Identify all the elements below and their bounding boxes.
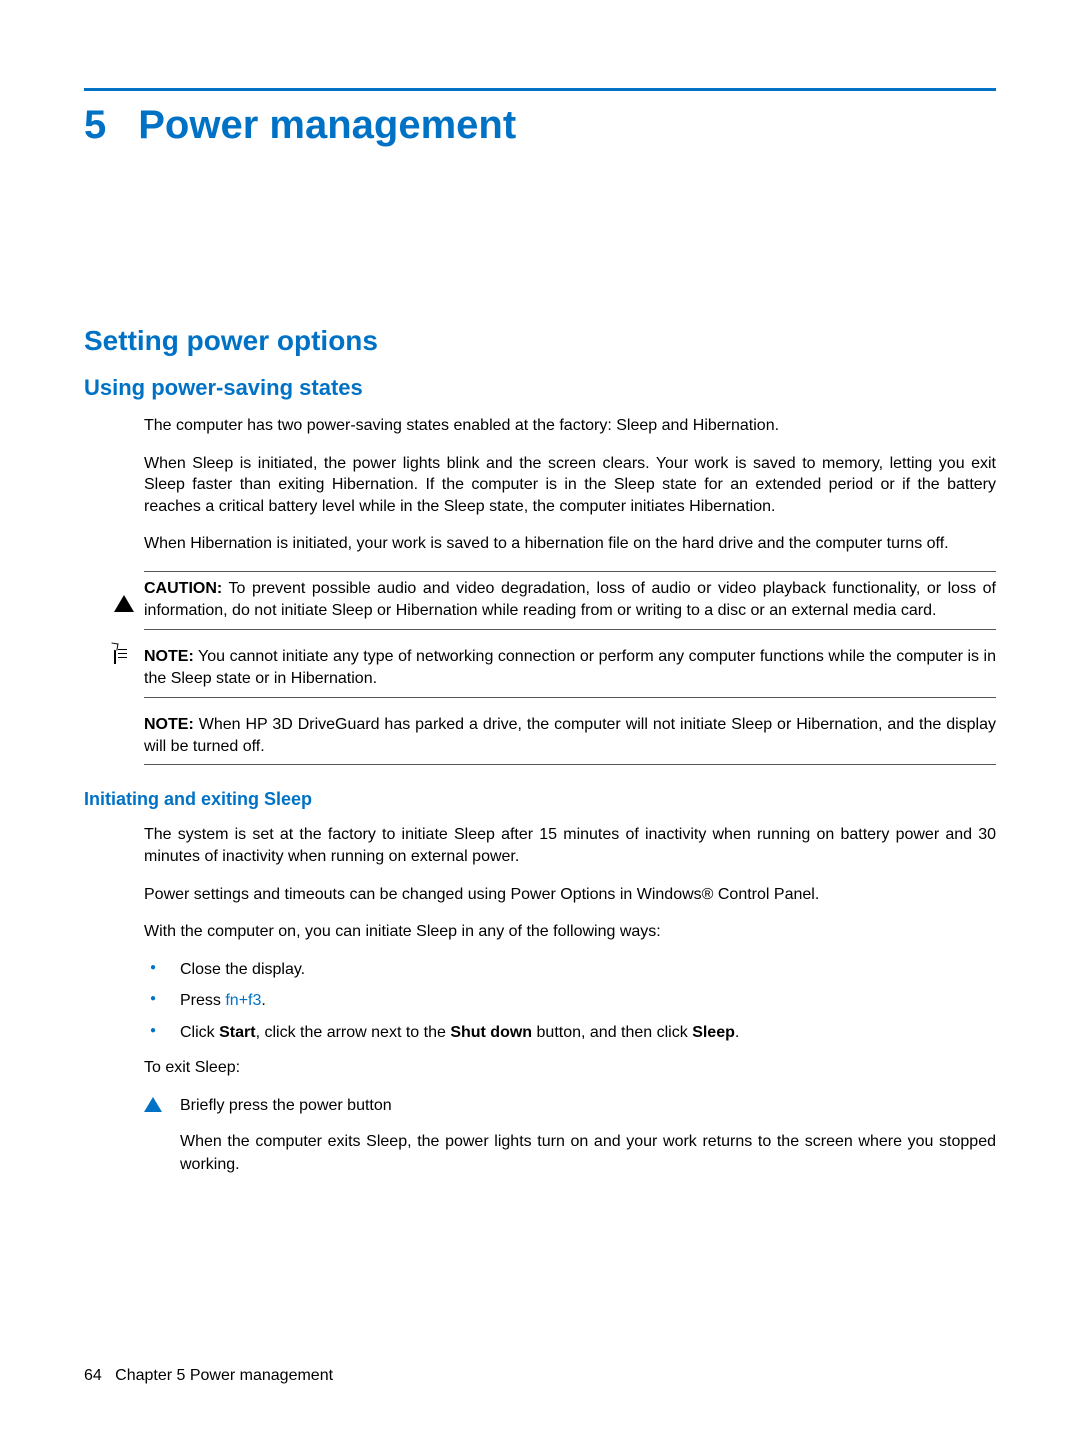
section-heading: Setting power options (84, 325, 996, 357)
body-paragraph: When Sleep is initiated, the power light… (144, 453, 996, 518)
bullet-list: Close the display. Press fn+f3. Click St… (144, 959, 996, 1044)
body-paragraph: With the computer on, you can initiate S… (144, 921, 996, 943)
body-paragraph: The system is set at the factory to init… (144, 824, 996, 867)
page-number: 64 (84, 1367, 102, 1384)
page-footer: 64 Chapter 5 Power management (84, 1367, 333, 1385)
caution-label: CAUTION: (144, 580, 222, 597)
note-text: When HP 3D DriveGuard has parked a drive… (144, 716, 996, 755)
list-item: Press fn+f3. (144, 990, 996, 1012)
body-paragraph: The computer has two power-saving states… (144, 415, 996, 437)
caution-text: To prevent possible audio and video degr… (144, 580, 996, 619)
note-label: NOTE: (144, 716, 194, 733)
note-callout: NOTE: You cannot initiate any type of ne… (144, 640, 996, 698)
step-marker-icon (144, 1097, 162, 1112)
caution-icon (114, 576, 136, 598)
list-item-text: . (261, 992, 265, 1009)
list-item-text: , click the arrow next to the (256, 1024, 451, 1041)
caution-callout: CAUTION: To prevent possible audio and v… (144, 571, 996, 630)
body-paragraph: When Hibernation is initiated, your work… (144, 533, 996, 555)
step-text: Briefly press the power button (180, 1097, 392, 1114)
ui-label-sleep: Sleep (692, 1024, 735, 1041)
list-item-text: Close the display. (180, 961, 305, 978)
ui-label-shutdown: Shut down (450, 1024, 532, 1041)
step-sub-paragraph: When the computer exits Sleep, the power… (180, 1131, 996, 1176)
list-item-text: Click (180, 1024, 219, 1041)
list-item: Close the display. (144, 959, 996, 981)
list-item: Click Start, click the arrow next to the… (144, 1022, 996, 1044)
step-item: Briefly press the power button (144, 1095, 996, 1117)
note-label: NOTE: (144, 648, 194, 665)
chapter-number: 5 (84, 105, 106, 145)
note-callout: NOTE: When HP 3D DriveGuard has parked a… (144, 708, 996, 766)
list-item-text: . (735, 1024, 739, 1041)
body-paragraph: To exit Sleep: (144, 1057, 996, 1079)
note-icon (114, 644, 136, 666)
chapter-heading: 5 Power management (84, 105, 996, 145)
body-paragraph: Power settings and timeouts can be chang… (144, 884, 996, 906)
list-item-text: button, and then click (532, 1024, 692, 1041)
list-item-text: Press (180, 992, 225, 1009)
ui-label-start: Start (219, 1024, 255, 1041)
footer-chapter-ref: Chapter 5 Power management (115, 1367, 333, 1384)
keyboard-shortcut-link: fn+f3 (225, 992, 261, 1009)
chapter-rule (84, 88, 996, 91)
chapter-title: Power management (138, 105, 516, 145)
subsubsection-heading-sleep: Initiating and exiting Sleep (84, 789, 996, 810)
subsection-heading-power-saving: Using power-saving states (84, 375, 996, 401)
note-text: You cannot initiate any type of networki… (144, 648, 996, 687)
